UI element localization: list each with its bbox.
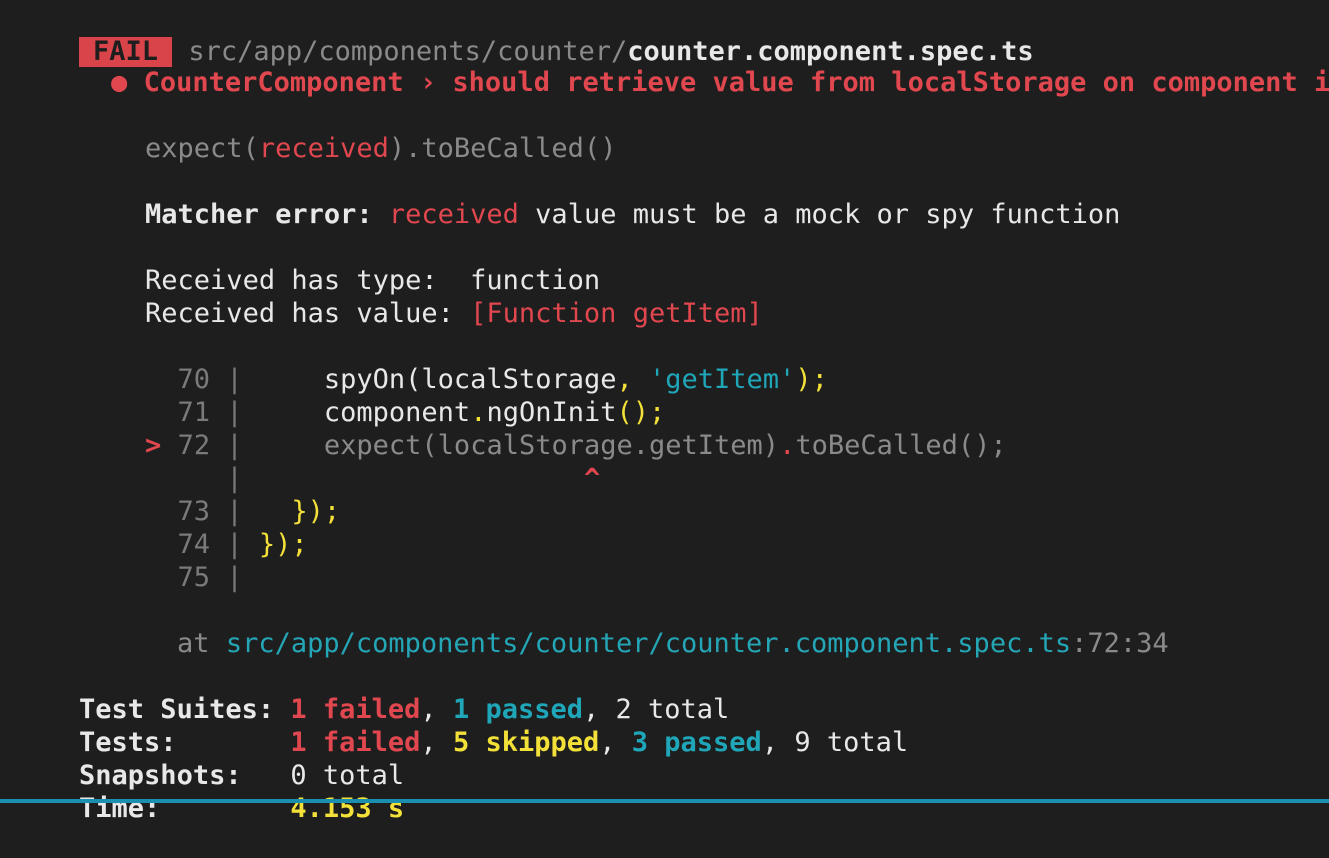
terminal-output: FAIL src/app/components/counter/counter.… <box>0 0 1329 824</box>
summary-time: Time: 4.153 s <box>14 759 404 824</box>
summary-time-label: Time: <box>79 793 161 824</box>
test-name: CounterComponent › should retrieve value… <box>143 67 1329 98</box>
summary-tests-skipped: 5 skipped <box>452 727 600 758</box>
stack-position: :72:34 <box>1071 628 1169 659</box>
assertion-prefix: expect( <box>145 133 259 164</box>
summary-snapshots: Snapshots: 0 total <box>14 726 404 791</box>
assertion-suffix: ).toBeCalled() <box>388 133 617 164</box>
received-value-value: [Function getItem] <box>470 298 763 329</box>
code-punct: ); <box>795 364 828 395</box>
assertion-received: received <box>258 133 389 164</box>
code-text: toBeCalled(); <box>795 430 1007 461</box>
stack-file-link[interactable]: src/app/components/counter/counter.compo… <box>226 628 1071 659</box>
summary-tests: Tests: 1 failed, 5 skipped, 3 passed, 9 … <box>79 727 909 758</box>
code-line-72: > 72 | expect(localStorage.getItem).toBe… <box>80 396 1007 461</box>
code-punct: . <box>779 430 796 461</box>
stack-at-label: at <box>177 628 226 659</box>
matcher-error-received: received <box>388 199 519 230</box>
code-line-74: 74 | }); <box>80 495 308 560</box>
terminal-bottom-border <box>0 799 1329 803</box>
code-string: 'getItem' <box>649 364 796 395</box>
matcher-error-label: Matcher error: <box>145 199 373 230</box>
assertion-line: expect(received).toBeCalled() <box>80 99 616 164</box>
code-punct: . <box>632 430 650 461</box>
matcher-error-message: value must be a mock or spy function <box>518 199 1121 230</box>
received-type-line: Received has type: function <box>80 231 600 296</box>
received-value-line: Received has value: [Function getItem] <box>80 264 763 329</box>
failed-test-title: ● CounterComponent › should retrieve val… <box>46 33 1329 98</box>
test-file-header: FAIL src/app/components/counter/counter.… <box>0 2 1034 67</box>
received-value-label: Received has value: <box>145 298 471 329</box>
code-line-73: 73 | }); <box>80 462 341 527</box>
code-text: getItem) <box>649 430 780 461</box>
code-line-71: 71 | component.ngOnInit(); <box>80 363 666 428</box>
code-line-75: 75 | <box>80 528 243 593</box>
gutter-pipe: | <box>226 562 243 593</box>
summary-time-value: 4.153 s <box>290 793 405 824</box>
code-caret-line: | ^ <box>80 429 600 494</box>
matcher-error-line: Matcher error: received value must be a … <box>80 165 1120 230</box>
code-punct: }); <box>258 529 308 560</box>
error-caret-icon: ^ <box>583 463 601 494</box>
line-number: 75 <box>177 562 211 593</box>
code-line-70: 70 | spyOn(localStorage, 'getItem'); <box>80 330 828 395</box>
failure-bullet-icon: ● <box>111 67 128 98</box>
summary-tests-passed: 3 passed <box>631 727 762 758</box>
summary-tests-total: 9 total <box>794 727 909 758</box>
stack-location-line: at src/app/components/counter/counter.co… <box>112 594 1169 659</box>
summary-suites: Test Suites: 1 failed, 1 passed, 2 total <box>79 694 730 725</box>
